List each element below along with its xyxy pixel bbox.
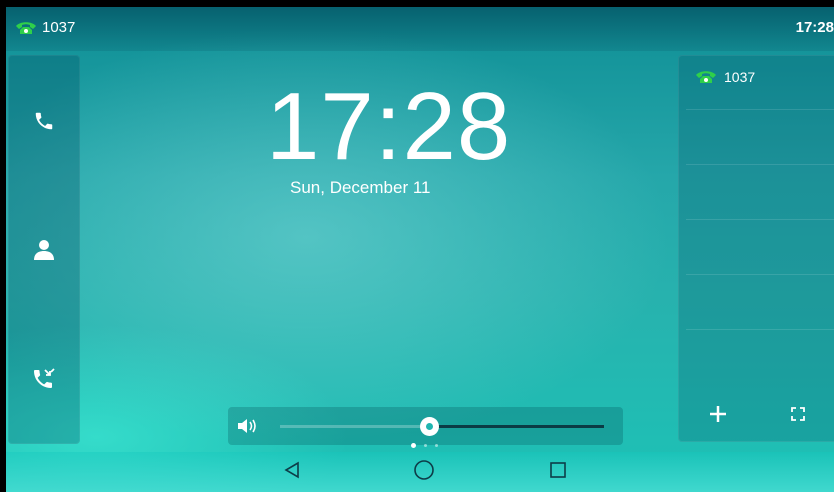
expand-keys-button[interactable] — [758, 390, 834, 442]
line-key-4[interactable] — [686, 220, 834, 275]
line-key-footer — [678, 390, 834, 442]
recent-square-icon — [549, 461, 567, 484]
volume-remaining — [429, 425, 604, 428]
home-button[interactable] — [404, 458, 444, 486]
phone-registered-icon — [694, 69, 718, 85]
directory-button[interactable] — [8, 232, 80, 272]
fullscreen-icon — [790, 406, 806, 427]
dial-button[interactable] — [8, 103, 80, 143]
recent-apps-button[interactable] — [538, 458, 578, 486]
line-key-2[interactable] — [686, 110, 834, 165]
page-dot — [435, 444, 438, 447]
phone-registered-icon — [14, 20, 38, 36]
status-account: 1037 — [14, 19, 75, 36]
status-account-label: 1037 — [42, 19, 76, 36]
back-button[interactable] — [272, 458, 312, 486]
page-dot — [424, 444, 427, 447]
add-key-button[interactable] — [678, 390, 758, 442]
clock-date: Sun, December 11 — [290, 178, 431, 197]
page-indicator — [411, 443, 438, 448]
plus-icon — [708, 404, 728, 429]
phone-screen: 1037 17:28 17:28 Sun, December 11 1037 — [6, 7, 834, 492]
navigation-bar — [6, 452, 834, 492]
line-key-1[interactable]: 1037 — [686, 55, 834, 110]
volume-bar — [228, 407, 623, 445]
clock-time: 17:28 — [266, 73, 512, 180]
left-softkey-bar — [8, 55, 80, 444]
volume-slider-thumb[interactable] — [420, 417, 440, 436]
contact-icon — [32, 239, 56, 266]
line-key-label: 1037 — [694, 69, 755, 85]
line-key-5[interactable] — [686, 275, 834, 330]
line-key-6[interactable] — [686, 330, 834, 384]
status-bar: 1037 17:28 — [6, 7, 834, 51]
history-button[interactable] — [8, 361, 80, 401]
volume-track[interactable] — [280, 417, 604, 436]
line-key-3[interactable] — [686, 165, 834, 220]
page-dot — [411, 443, 416, 448]
line-key-panel: 1037 — [678, 55, 834, 442]
line-key-text: 1037 — [724, 69, 756, 85]
status-time: 17:28 — [795, 19, 834, 36]
speaker-icon — [236, 416, 260, 441]
phone-icon — [33, 110, 55, 137]
call-history-icon — [32, 367, 56, 396]
back-triangle-icon — [283, 461, 301, 484]
home-circle-icon — [413, 459, 435, 486]
